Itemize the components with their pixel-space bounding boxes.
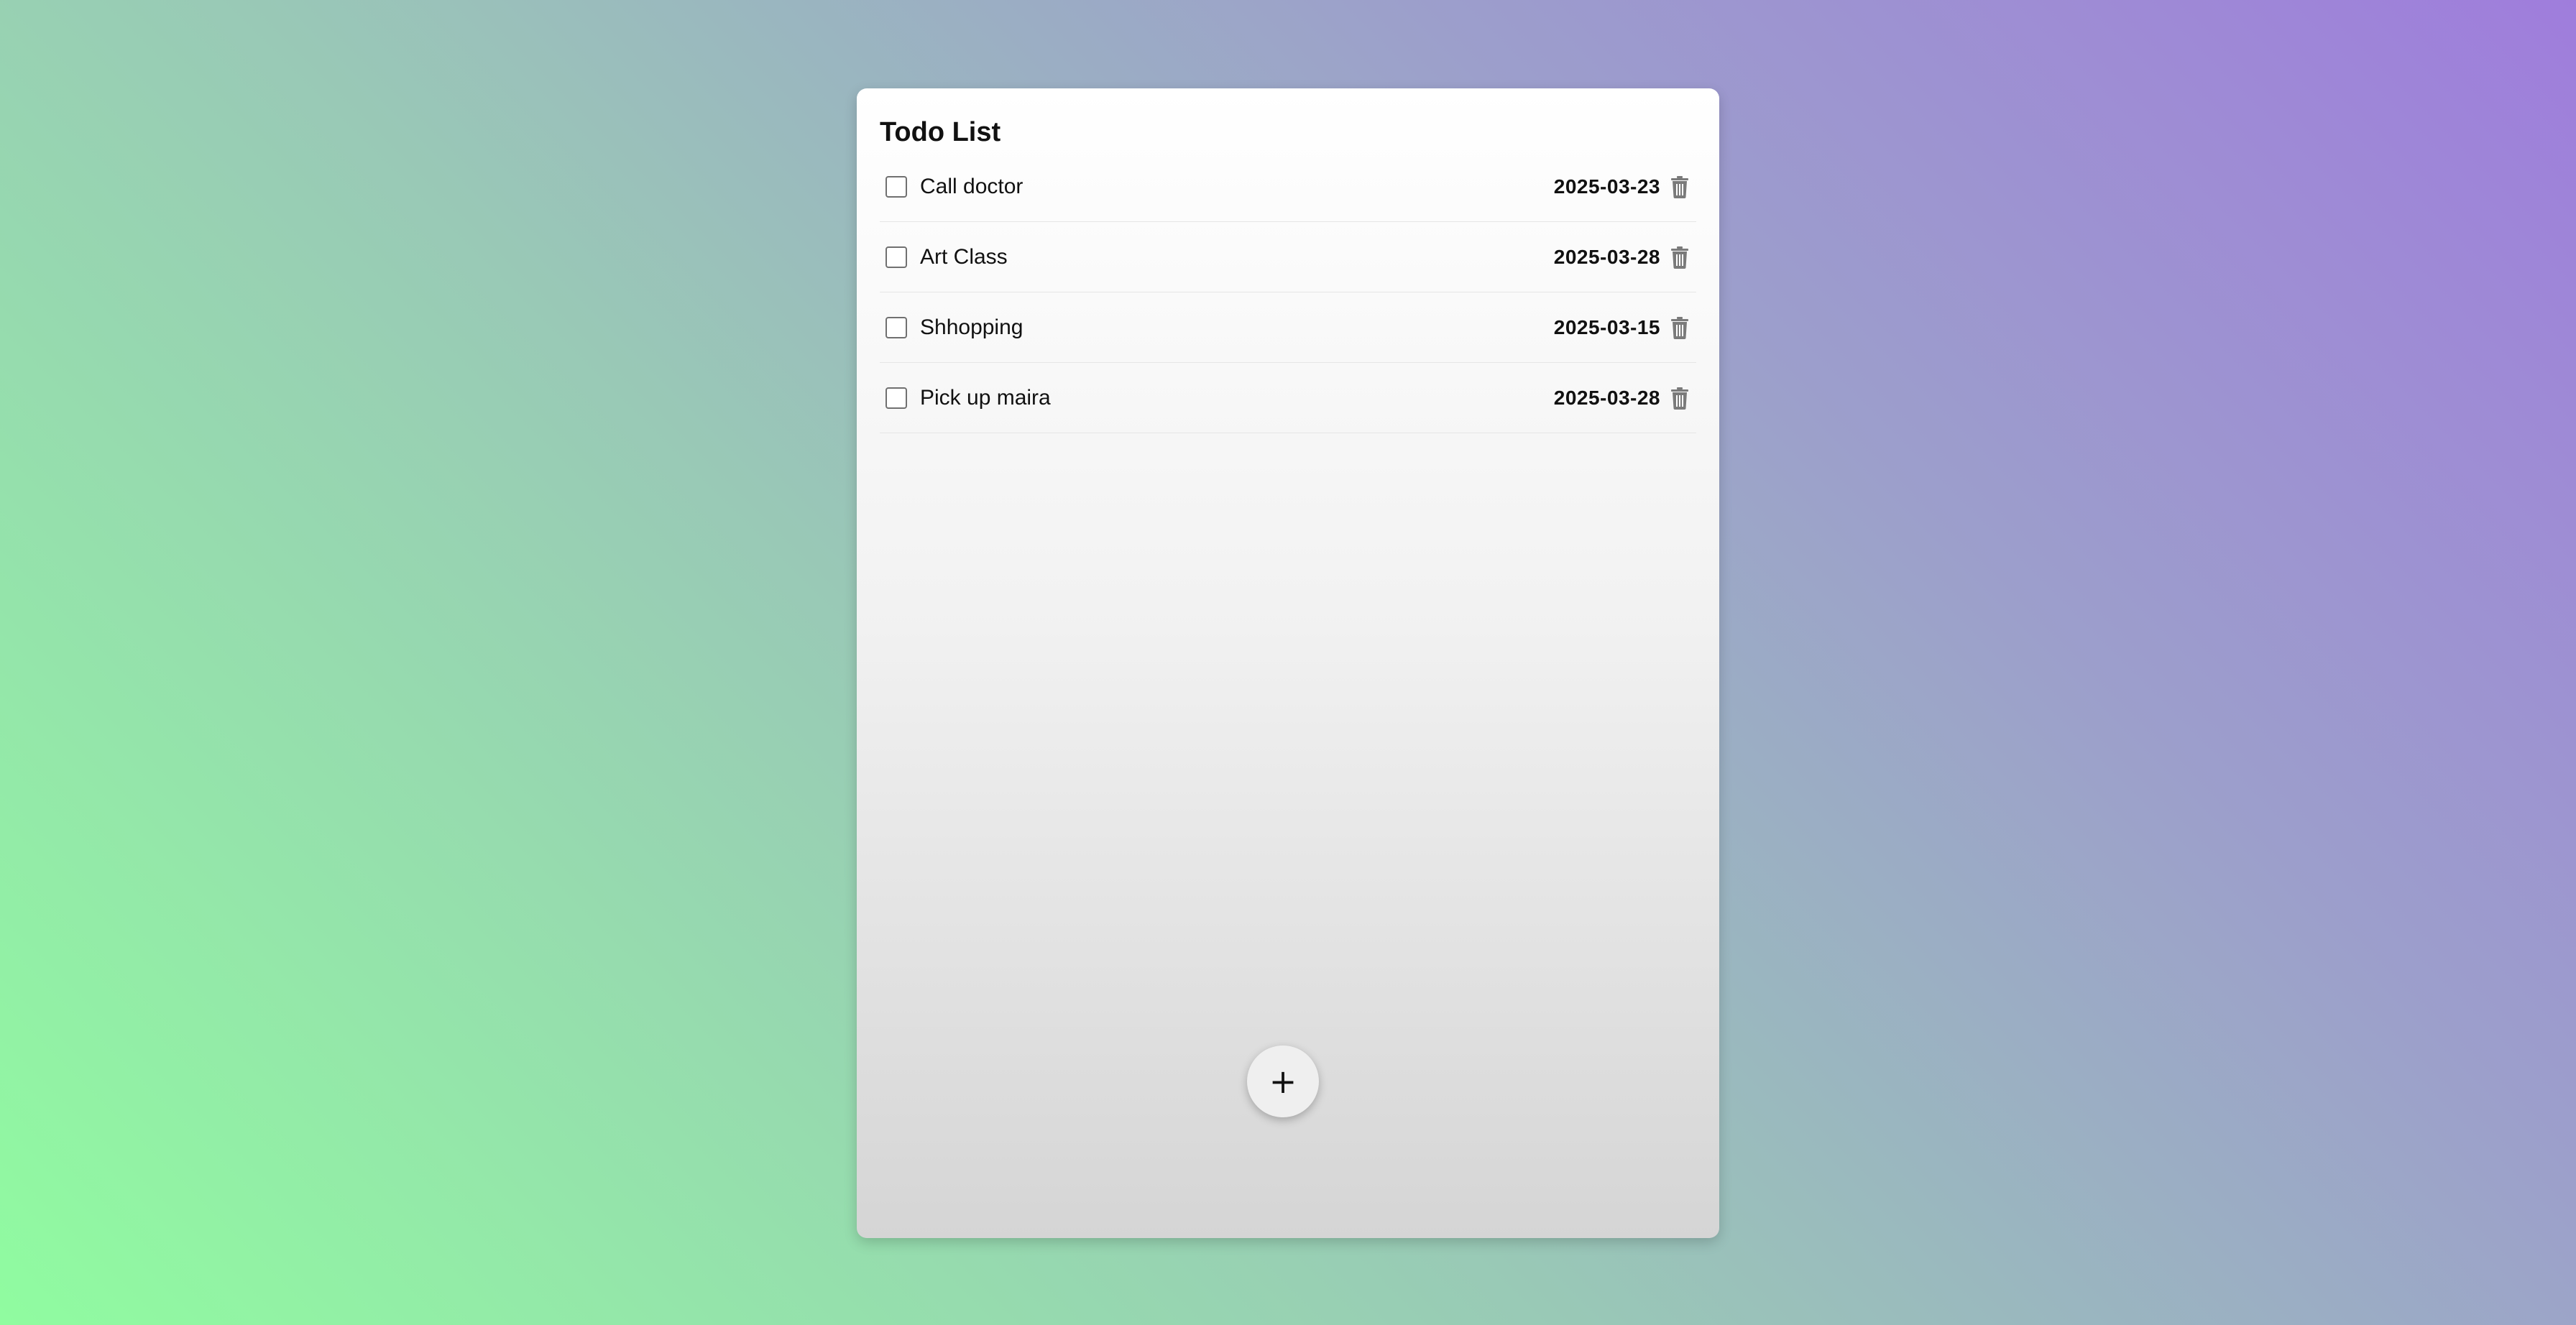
trash-icon[interactable]	[1670, 316, 1689, 339]
trash-icon[interactable]	[1670, 246, 1689, 269]
todo-list: Call doctor 2025-03-23 Art Class 2025-03…	[880, 152, 1696, 433]
todo-checkbox[interactable]	[886, 175, 907, 198]
page-title: Todo List	[880, 117, 1001, 147]
todo-label: Pick up maira	[920, 385, 1051, 410]
todo-label: Art Class	[920, 244, 1008, 269]
trash-icon[interactable]	[1670, 387, 1689, 410]
todo-item: Shhopping 2025-03-15	[880, 292, 1696, 363]
todo-checkbox[interactable]	[886, 387, 907, 409]
trash-icon[interactable]	[1670, 175, 1689, 198]
todo-checkbox[interactable]	[886, 316, 907, 338]
todo-label: Shhopping	[920, 315, 1024, 339]
todo-date: 2025-03-28	[1553, 245, 1660, 268]
todo-date: 2025-03-23	[1553, 175, 1660, 198]
todo-item: Pick up maira 2025-03-28	[880, 363, 1696, 433]
todo-item: Art Class 2025-03-28	[880, 222, 1696, 292]
todo-label: Call doctor	[920, 174, 1024, 198]
add-todo-button[interactable]: +	[1247, 1045, 1319, 1117]
todo-date: 2025-03-15	[1553, 315, 1660, 338]
todo-item: Call doctor 2025-03-23	[880, 152, 1696, 222]
todo-checkbox[interactable]	[886, 246, 907, 268]
plus-icon: +	[1269, 1062, 1297, 1101]
todo-card: Todo List Call doctor 2025-03-23 Art Cla…	[857, 88, 1719, 1238]
todo-date: 2025-03-28	[1553, 386, 1660, 409]
